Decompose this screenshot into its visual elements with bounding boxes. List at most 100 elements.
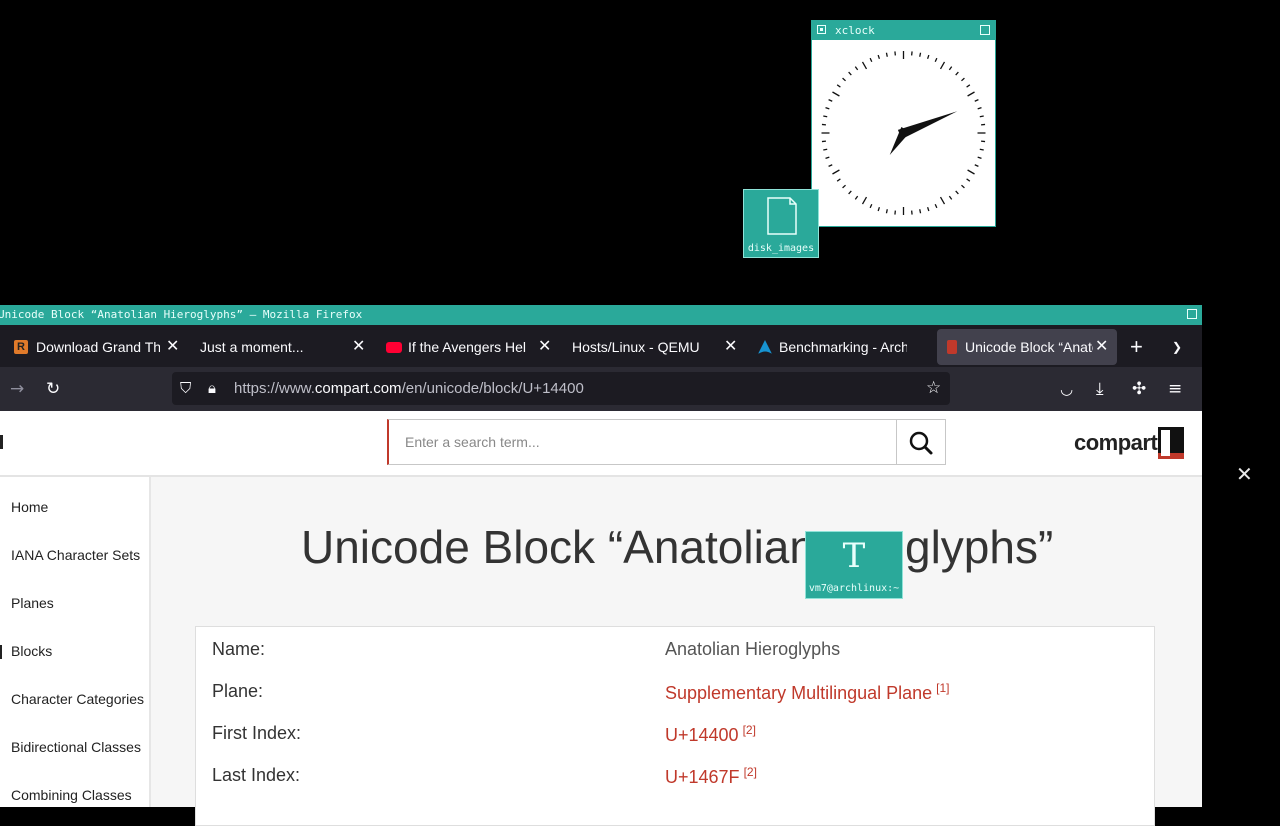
pocket-icon[interactable]: ◡	[1060, 378, 1073, 400]
clock-tick	[949, 196, 951, 199]
footnote-ref[interactable]: [2]	[743, 723, 756, 737]
clock-tick	[863, 197, 867, 204]
info-value: U+14400	[665, 725, 739, 745]
lock-icon[interactable]: 🔒︎	[208, 379, 216, 397]
sidebar-item-planes[interactable]: Planes	[11, 595, 54, 611]
clock-tick	[941, 62, 945, 69]
sidebar-item-combining-classes[interactable]: Combining Classes	[11, 787, 132, 803]
clock-hour-hand	[890, 127, 910, 155]
forward-arrow-icon[interactable]: →	[10, 378, 24, 400]
sidebar-item-bidirectional-classes[interactable]: Bidirectional Classes	[11, 739, 141, 755]
search-icon	[897, 420, 946, 466]
maximize-icon[interactable]	[1187, 309, 1197, 319]
sidebar-item-home[interactable]: Home	[11, 499, 48, 515]
clock-tick	[978, 157, 982, 158]
compart-logo-mark	[1158, 427, 1184, 459]
url-text[interactable]: https://www.compart.com/en/unicode/block…	[234, 372, 584, 405]
clock-tick	[870, 204, 872, 208]
info-value: Anatolian Hieroglyphs	[665, 639, 840, 660]
xclock-titlebar[interactable]: xclock	[812, 21, 995, 40]
footnote-ref[interactable]: [2]	[744, 765, 757, 779]
tab-avengers[interactable]: If the Avengers Hel ✕	[378, 329, 554, 365]
clock-tick	[968, 170, 975, 174]
search-input[interactable]	[389, 420, 896, 464]
info-key: Last Index:	[212, 765, 300, 786]
sidebar-item-blocks[interactable]: Blocks	[11, 643, 52, 659]
info-value: Supplementary Multilingual Plane	[665, 683, 932, 703]
shield-icon[interactable]: ⛉	[180, 379, 191, 397]
window-menu-icon[interactable]	[817, 25, 826, 34]
tab-unicode-block[interactable]: Unicode Block “Anatolian ✕	[937, 329, 1117, 365]
sidebar-item-character-categories[interactable]: Character Categories	[11, 691, 144, 707]
new-tab-icon[interactable]: +	[1130, 329, 1143, 365]
search-button[interactable]	[897, 419, 946, 465]
clock-tick	[855, 196, 857, 199]
clock-tick	[967, 179, 970, 181]
menu-icon[interactable]: ≡	[1168, 378, 1182, 400]
clock-tick	[843, 185, 846, 188]
xclock-window[interactable]: xclock	[811, 20, 996, 227]
close-icon[interactable]: ✕	[1236, 462, 1253, 486]
logo-text: compart	[1074, 430, 1157, 455]
clock-tick	[956, 191, 959, 194]
clock-tick	[975, 165, 979, 167]
disk-images-icon[interactable]: disk_images	[743, 189, 819, 258]
clock-tick	[980, 149, 984, 150]
list-tabs-chevron-icon[interactable]: ❯	[1172, 329, 1182, 365]
first-index-link[interactable]: U+14400 [2]	[665, 723, 756, 746]
tab-benchmarking-arch[interactable]: Benchmarking - Arch	[750, 329, 928, 365]
navigation-bar: → ↻ ⛉ 🔒︎ https://www.compart.com/en/unic…	[0, 367, 1202, 411]
clock-tick	[928, 55, 929, 59]
clock-tick	[837, 179, 840, 181]
clock-tick	[849, 191, 852, 194]
clock-tick	[870, 58, 872, 62]
close-tab-icon[interactable]: ✕	[724, 329, 737, 365]
tab-download-gta[interactable]: R Download Grand Theft Auto ✕	[6, 329, 182, 365]
clock-tick	[829, 165, 833, 167]
bookmark-star-icon[interactable]: ☆	[926, 378, 941, 398]
firefox-titlebar[interactable]: Unicode Block “Anatolian Hieroglyphs” – …	[0, 305, 1202, 325]
page-title-part1: Unicode Block “Anatolian	[301, 520, 815, 574]
close-tab-icon[interactable]: ✕	[352, 329, 365, 365]
clock-tick	[886, 53, 887, 57]
close-tab-icon[interactable]: ✕	[166, 329, 179, 365]
footnote-ref[interactable]: [1]	[936, 681, 949, 695]
reload-icon[interactable]: ↻	[46, 378, 60, 400]
tab-title: Download Grand Theft Auto	[36, 329, 160, 365]
compart-logo[interactable]: compart	[1074, 427, 1157, 459]
maximize-icon[interactable]	[980, 25, 990, 35]
tab-title: Unicode Block “Anatolian	[965, 329, 1093, 365]
clock-tick	[832, 170, 839, 174]
plane-link[interactable]: Supplementary Multilingual Plane [1]	[665, 681, 950, 704]
clock-tick	[935, 204, 937, 208]
disk-images-label: disk_images	[744, 243, 818, 254]
compart-icon	[947, 340, 957, 354]
search-box[interactable]	[387, 419, 897, 465]
folder-file-icon	[762, 196, 800, 236]
clock-tick	[980, 116, 984, 117]
clock-face	[812, 40, 995, 226]
url-domain: compart.com	[315, 380, 402, 397]
clock-tick	[863, 62, 867, 69]
terminal-icon[interactable]: T vm7@archlinux:~	[805, 531, 903, 599]
tab-hosts-linux-qemu[interactable]: Hosts/Linux - QEMU ✕	[562, 329, 742, 365]
extensions-icon[interactable]: ✣	[1132, 378, 1146, 400]
close-tab-icon[interactable]: ✕	[538, 329, 551, 365]
info-value: U+1467F	[665, 767, 740, 787]
download-icon[interactable]: ⤓	[1096, 378, 1104, 400]
url-bar[interactable]: ⛉ 🔒︎ https://www.compart.com/en/unicode/…	[172, 372, 950, 405]
logo-stub	[0, 435, 3, 449]
clock-tick	[829, 100, 833, 102]
clock-tick	[855, 67, 857, 70]
tab-bar: R Download Grand Theft Auto ✕ Just a mom…	[0, 325, 1202, 367]
last-index-link[interactable]: U+1467F [2]	[665, 765, 757, 788]
site-header: compart	[0, 411, 1202, 477]
clock-tick	[975, 100, 979, 102]
tab-just-a-moment[interactable]: Just a moment... ✕	[190, 329, 370, 365]
url-path: /en/unicode/block/U+14400	[402, 380, 584, 397]
clock-tick	[832, 92, 839, 96]
xclock-title: xclock	[835, 21, 875, 40]
clock-tick	[878, 207, 879, 211]
close-tab-icon[interactable]: ✕	[1095, 329, 1108, 365]
clock-tick	[849, 72, 852, 75]
